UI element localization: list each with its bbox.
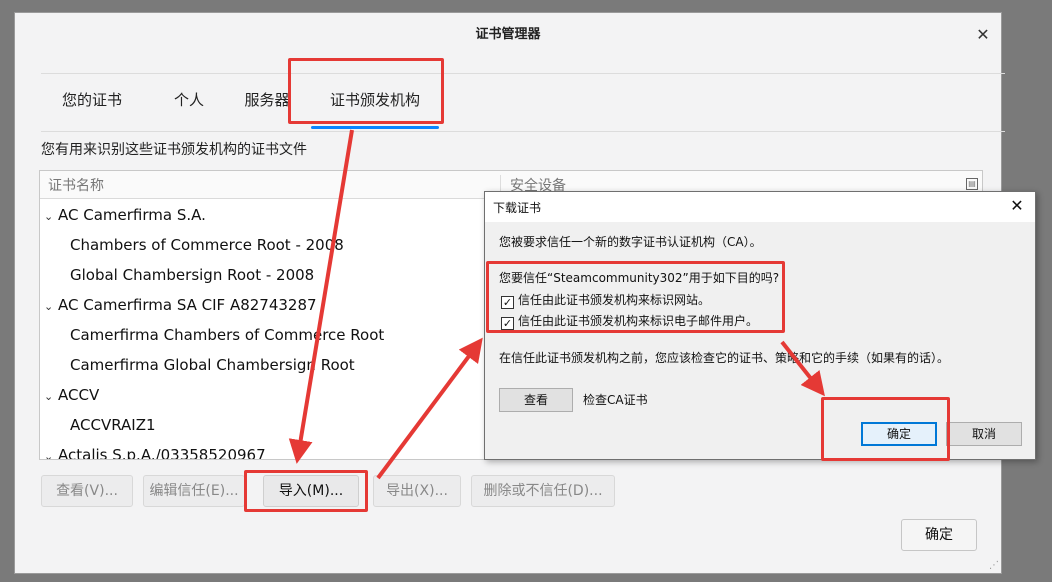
tree-row-label: Global Chambersign Root - 2008	[70, 266, 315, 284]
chevron-down-icon[interactable]: ⌄	[44, 442, 56, 459]
chevron-down-icon[interactable]: ⌄	[44, 292, 56, 322]
tab-description: 您有用来识别这些证书颁发机构的证书文件	[41, 142, 307, 158]
tree-group-row[interactable]: ⌄ AC Camerfirma S.A.	[44, 200, 206, 230]
delete-distrust-button[interactable]: 删除或不信任(D)...	[471, 475, 615, 507]
export-button[interactable]: 导出(X)...	[373, 475, 461, 507]
trust-email-checkbox[interactable]: ✓ 信任由此证书颁发机构来标识电子邮件用户。	[501, 312, 758, 330]
dialog-question: 您要信任“Steamcommunity302”用于如下目的吗?	[499, 271, 780, 285]
tree-cert-row[interactable]: Camerfirma Global Chambersign Root	[70, 350, 355, 380]
main-ok-button[interactable]: 确定	[901, 519, 977, 551]
tree-row-label: Camerfirma Global Chambersign Root	[70, 356, 355, 374]
tree-row-label: Actalis S.p.A./03358520967	[58, 446, 266, 460]
tab-personal[interactable]: 个人	[167, 74, 211, 132]
tree-row-label: ACCVRAIZ1	[70, 416, 156, 434]
resize-grip-icon[interactable]: ⋰	[989, 560, 999, 571]
dialog-close-icon[interactable]: ✕	[1007, 196, 1027, 215]
edit-trust-button[interactable]: 编辑信任(E)...	[143, 475, 245, 507]
tree-group-row[interactable]: ⌄ Actalis S.p.A./03358520967	[44, 440, 266, 460]
download-certificate-dialog: 下载证书 ✕ 您被要求信任一个新的数字证书认证机构（CA）。 您要信任“Stea…	[484, 191, 1036, 460]
dialog-view-button[interactable]: 查看	[499, 388, 573, 412]
window-close-icon[interactable]: ✕	[971, 23, 995, 47]
view-button[interactable]: 查看(V)...	[41, 475, 133, 507]
dialog-view-hint: 检查CA证书	[583, 393, 648, 407]
tree-cert-row[interactable]: Chambers of Commerce Root - 2008	[70, 230, 344, 260]
dialog-ok-button[interactable]: 确定	[861, 422, 937, 446]
tree-cert-row[interactable]: Camerfirma Chambers of Commerce Root	[70, 320, 384, 350]
tree-row-label: Chambers of Commerce Root - 2008	[70, 236, 344, 254]
chevron-down-icon[interactable]: ⌄	[44, 382, 56, 412]
tree-row-label: AC Camerfirma SA CIF A82743287	[58, 296, 317, 314]
trust-websites-checkbox[interactable]: ✓ 信任由此证书颁发机构来标识网站。	[501, 291, 710, 309]
tree-cert-row[interactable]: ACCVRAIZ1	[70, 410, 156, 440]
trust-email-label: 信任由此证书颁发机构来标识电子邮件用户。	[518, 314, 759, 328]
tab-bar: 您的证书 个人 服务器 证书颁发机构	[41, 74, 1005, 132]
trust-websites-label: 信任由此证书颁发机构来标识网站。	[518, 293, 711, 307]
column-picker-icon[interactable]: ▤	[966, 178, 978, 190]
column-header-name[interactable]: 证书名称	[48, 175, 104, 195]
dialog-intro: 您被要求信任一个新的数字证书认证机构（CA）。	[499, 235, 762, 249]
tab-authorities[interactable]: 证书颁发机构	[311, 74, 439, 132]
chevron-down-icon[interactable]: ⌄	[44, 202, 56, 232]
tree-row-label: Camerfirma Chambers of Commerce Root	[70, 326, 385, 344]
tree-group-row[interactable]: ⌄ ACCV	[44, 380, 99, 410]
checkbox-checked-icon[interactable]: ✓	[501, 317, 514, 330]
checkbox-checked-icon[interactable]: ✓	[501, 296, 514, 309]
tree-group-row[interactable]: ⌄ AC Camerfirma SA CIF A82743287	[44, 290, 317, 320]
dialog-title: 下载证书	[493, 201, 542, 215]
tab-servers[interactable]: 服务器	[239, 74, 295, 132]
dialog-titlebar: 下载证书 ✕	[485, 192, 1035, 222]
dialog-cancel-button[interactable]: 取消	[946, 422, 1022, 446]
tree-cert-row[interactable]: Global Chambersign Root - 2008	[70, 260, 314, 290]
window-title: 证书管理器	[475, 27, 541, 42]
import-button[interactable]: 导入(M)...	[263, 475, 359, 507]
tab-your-certificates[interactable]: 您的证书	[59, 74, 125, 132]
tree-row-label: ACCV	[58, 386, 100, 404]
dialog-advice: 在信任此证书颁发机构之前，您应该检查它的证书、策略和它的手续（如果有的话）。	[499, 351, 950, 365]
tree-row-label: AC Camerfirma S.A.	[58, 206, 206, 224]
